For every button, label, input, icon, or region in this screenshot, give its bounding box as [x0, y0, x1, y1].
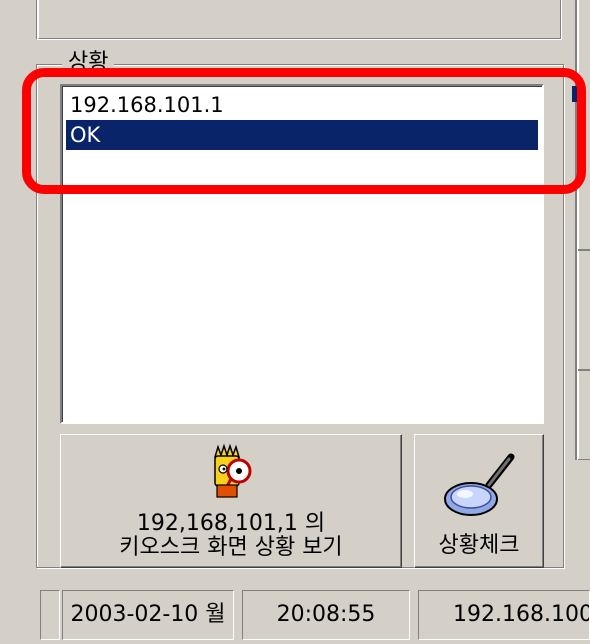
view-kiosk-label-line2: 키오스크 화면 상황 보기	[119, 535, 343, 560]
magnifying-glass-icon	[439, 445, 519, 525]
statusbar-date: 2003-02-10 월	[62, 590, 234, 640]
adjacent-panel-edge	[572, 0, 590, 460]
top-panel	[36, 0, 562, 40]
status-check-label: 상황체크	[438, 533, 520, 558]
status-check-button[interactable]: 상황체크	[414, 434, 544, 568]
statusbar-time: 20:08:55	[242, 590, 410, 640]
highlight-annotation	[22, 68, 586, 194]
statusbar-cell-empty	[40, 590, 60, 640]
view-kiosk-screen-button[interactable]: 192,168,101,1 의 키오스크 화면 상황 보기	[60, 434, 402, 568]
cartoon-character-magnifier-icon	[209, 443, 255, 503]
view-kiosk-label-line1: 192,168,101,1 의	[136, 511, 326, 536]
statusbar-ip: 192.168.100	[418, 590, 590, 640]
